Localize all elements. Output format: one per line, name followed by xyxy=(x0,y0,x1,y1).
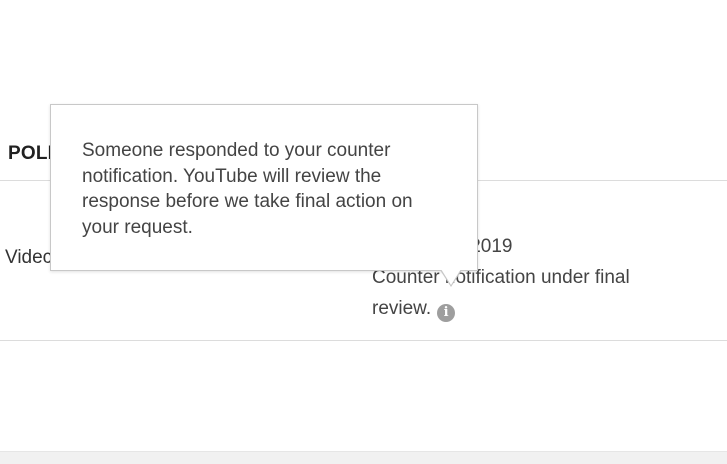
tooltip-text: Someone responded to your counter notifi… xyxy=(82,140,413,238)
info-icon[interactable]: i xyxy=(437,304,456,322)
review-status-text-line-2: review. i xyxy=(372,293,692,324)
info-tooltip: Someone responded to your counter notifi… xyxy=(50,104,478,271)
policy-column-header: POLI xyxy=(8,143,54,164)
footer-band xyxy=(0,451,727,464)
video-cell-text: Videc xyxy=(5,247,53,268)
review-status-text: review. xyxy=(372,298,432,319)
tooltip-arrow xyxy=(441,269,461,285)
table-row-divider xyxy=(0,340,727,341)
